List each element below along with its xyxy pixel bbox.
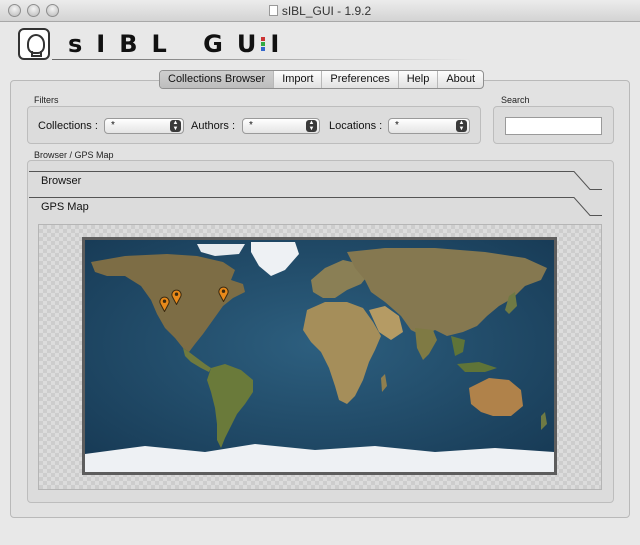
browser-section-label: Browser: [41, 175, 82, 187]
section-divider: [29, 197, 574, 198]
window-titlebar: sIBL_GUI - 1.9.2: [0, 0, 640, 22]
section-tab-corner-icon: [572, 197, 602, 216]
world-map[interactable]: [82, 237, 557, 475]
world-map-image: [85, 240, 554, 472]
collections-filter-select[interactable]: * ▲ ▼: [104, 118, 184, 134]
window-title: sIBL_GUI - 1.9.2: [0, 4, 640, 18]
tab-preferences[interactable]: Preferences: [322, 71, 399, 88]
browser-group-label: Browser / GPS Map: [34, 150, 114, 160]
select-arrows-icon: ▲ ▼: [170, 120, 181, 132]
logo-bar-blue: [261, 47, 265, 51]
authors-filter-value: *: [249, 120, 253, 131]
collections-filter-value: *: [111, 120, 115, 131]
app-logo: sIBL GUI: [16, 28, 476, 64]
locations-filter-label: Locations :: [329, 120, 383, 132]
search-input[interactable]: [505, 117, 602, 135]
collections-filter-label: Collections :: [38, 120, 98, 132]
lightbulb-icon: [18, 28, 50, 60]
select-arrows-icon: ▲ ▼: [306, 120, 317, 132]
document-icon: [268, 5, 278, 16]
locations-filter-value: *: [395, 120, 399, 131]
logo-bar-green: [261, 42, 265, 46]
main-tab-bar: Collections Browser Import Preferences H…: [159, 70, 485, 89]
tab-about[interactable]: About: [438, 71, 483, 88]
gps-map-section-header[interactable]: GPS Map: [29, 197, 602, 217]
select-arrows-icon: ▲ ▼: [456, 120, 467, 132]
logo-bar-red: [261, 37, 265, 41]
tab-collections-browser[interactable]: Collections Browser: [160, 71, 275, 88]
logo-color-bars-icon: [261, 37, 265, 53]
gps-marker-icon[interactable]: [171, 289, 182, 305]
section-tab-corner-icon: [572, 171, 602, 190]
logo-text: sIBL GUI: [68, 30, 294, 58]
locations-filter-select[interactable]: * ▲ ▼: [388, 118, 470, 134]
authors-filter-select[interactable]: * ▲ ▼: [242, 118, 320, 134]
search-group-label: Search: [501, 95, 530, 105]
logo-divider: [52, 59, 472, 60]
filters-group-label: Filters: [34, 95, 59, 105]
tab-help[interactable]: Help: [399, 71, 439, 88]
gps-marker-icon[interactable]: [218, 286, 229, 302]
gps-map-section-label: GPS Map: [41, 201, 89, 213]
authors-filter-label: Authors :: [191, 120, 236, 132]
tab-import[interactable]: Import: [274, 71, 323, 88]
window-title-text: sIBL_GUI - 1.9.2: [281, 4, 372, 18]
section-divider: [29, 171, 574, 172]
browser-section-header[interactable]: Browser: [29, 171, 602, 191]
gps-marker-icon[interactable]: [159, 296, 170, 312]
